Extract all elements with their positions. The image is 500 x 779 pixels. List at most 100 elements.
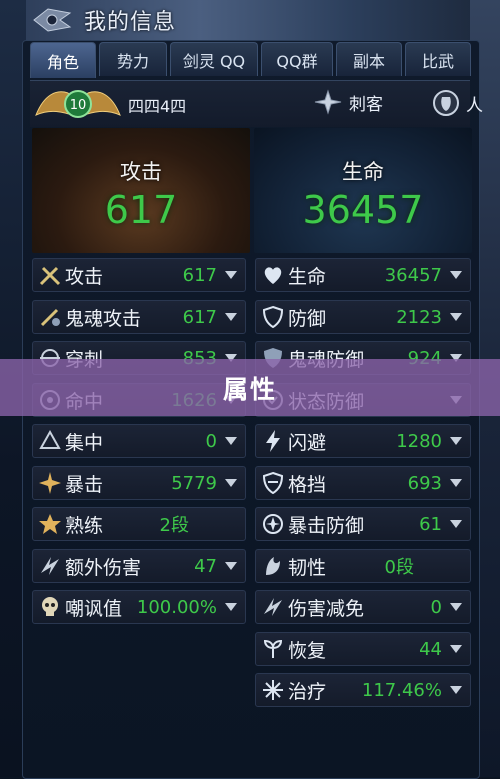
dropdown-arrow-icon[interactable] [225,603,237,611]
stat-row[interactable]: 鬼魂攻击 617 [32,300,246,334]
dropdown-arrow-icon[interactable] [225,313,237,321]
dropdown-arrow-icon[interactable] [450,479,462,487]
stat-value: 100.00% [136,596,217,618]
stat-label: 暴击防御 [288,514,365,537]
stat-row[interactable]: 防御 2123 [255,300,471,334]
star-icon [39,514,61,534]
emblem-icon [33,8,72,32]
attack-summary-value: 617 [104,188,178,232]
stat-row[interactable]: 集中 0 [32,424,246,458]
stat-row[interactable]: 伤害减免 0 [255,590,471,624]
block-icon [262,471,284,495]
damage-reduction-icon [264,598,282,616]
skull-icon [42,597,58,616]
stat-label: 暴击 [65,473,104,496]
stat-value: 617 [182,306,217,328]
ghost-sword-icon [40,308,60,327]
focus-icon [39,429,61,449]
recovery-icon [263,639,283,658]
stat-row[interactable]: 嘲讽值 100.00% [32,590,246,624]
stat-label: 恢复 [288,639,327,662]
attributes-banner: 属性 [0,359,500,416]
stat-label: 熟练 [65,514,104,537]
stat-value: 44 [419,638,442,660]
stat-value: 47 [194,555,217,577]
stat-row[interactable]: 格挡 693 [255,466,471,500]
healing-icon [263,680,283,700]
stat-label: 生命 [288,265,327,288]
stat-row[interactable]: 攻击 617 [32,258,246,292]
class-info: 刺客 [313,89,383,115]
stat-row[interactable]: 暴击 5779 [32,466,246,500]
stat-value: 0段 [384,557,414,578]
stat-row[interactable]: 治疗 117.46% [255,673,471,707]
stat-label: 攻击 [65,265,104,288]
extra-damage-icon [41,557,59,575]
life-summary-value: 36457 [302,188,424,232]
stat-row[interactable]: 恢复 44 [255,632,471,666]
stat-row[interactable]: 生命 36457 [255,258,471,292]
tab-character[interactable]: 角色 [30,42,96,78]
stat-value: 1280 [396,430,442,452]
critical-icon [39,472,61,494]
stat-label: 治疗 [288,680,327,703]
stat-value: 2123 [396,306,442,328]
stat-value: 0 [205,430,217,452]
crit-defense-icon [263,514,283,534]
dropdown-arrow-icon[interactable] [450,271,462,279]
tab-dungeon[interactable]: 副本 [336,42,402,76]
tab-faction[interactable]: 势力 [99,42,167,76]
stat-value: 61 [419,513,442,535]
level-number: 10 [70,98,87,113]
race-icon [433,90,459,116]
stat-label: 伤害减免 [288,597,365,620]
dropdown-arrow-icon[interactable] [450,437,462,445]
stat-row[interactable]: 暴击防御 61 [255,507,471,541]
stat-label: 鬼魂攻击 [65,307,142,330]
tab-bar: 角色 势力 剑灵 QQ QQ群 副本 比武 [30,42,471,78]
tab-bns-qq[interactable]: 剑灵 QQ [170,42,258,76]
dropdown-arrow-icon[interactable] [225,479,237,487]
race-info: 人 [432,89,483,117]
stat-label: 额外伤害 [65,556,142,579]
race-name: 人 [466,95,483,116]
toughness-icon [266,557,280,575]
window-title: 我的信息 [84,10,177,35]
dropdown-arrow-icon[interactable] [450,313,462,321]
dropdown-arrow-icon[interactable] [450,603,462,611]
dropdown-arrow-icon[interactable] [450,686,462,694]
stat-row[interactable]: 额外伤害 47 [32,549,246,583]
stat-value: 2段 [159,515,189,536]
window-title-bar: 我的信息 [30,2,176,38]
stat-label: 防御 [288,307,327,330]
tab-pvp[interactable]: 比武 [405,42,471,76]
player-name: 四四4四 [128,97,187,116]
stat-value: 693 [407,472,442,494]
lightning-icon [266,430,280,452]
assassin-icon [314,89,342,115]
tab-qq-group[interactable]: QQ群 [261,42,333,76]
stat-value: 617 [182,264,217,286]
dropdown-arrow-icon[interactable] [225,562,237,570]
dragon-level-badge: 10 [35,90,121,118]
heart-icon [264,267,282,284]
stat-label: 格挡 [288,473,327,496]
shield-icon [262,305,284,329]
banner-title: 属性 [222,374,277,404]
stat-row: 熟练 2段 [32,507,246,541]
attack-summary-label: 攻击 [120,160,162,184]
stat-row: 韧性 0段 [255,549,471,583]
stat-value: 5779 [171,472,217,494]
stat-label: 韧性 [288,556,327,579]
attack-summary-card: 攻击 617 [32,128,250,253]
stat-row[interactable]: 闪避 1280 [255,424,471,458]
dropdown-arrow-icon[interactable] [225,271,237,279]
swords-icon [39,266,61,286]
dropdown-arrow-icon[interactable] [225,437,237,445]
stat-value: 36457 [384,264,442,286]
dropdown-arrow-icon[interactable] [450,520,462,528]
dropdown-arrow-icon[interactable] [450,645,462,653]
player-info-bar: 10 四四4四 刺客 人 [30,80,483,127]
stat-label: 嘲讽值 [65,597,123,620]
life-summary-label: 生命 [342,160,384,184]
